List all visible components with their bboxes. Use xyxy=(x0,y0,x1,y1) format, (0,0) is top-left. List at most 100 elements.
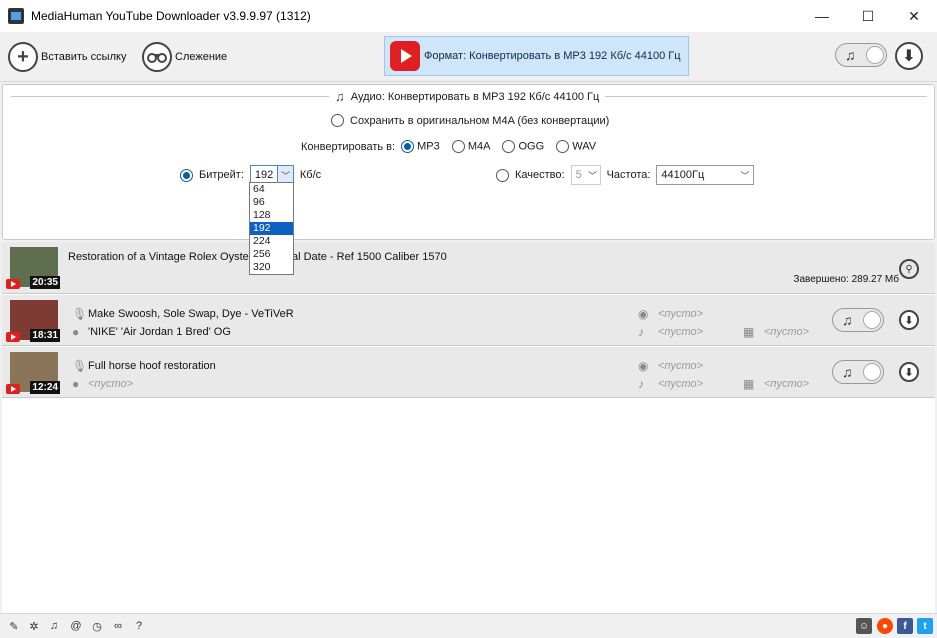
toggle-knob xyxy=(866,46,884,64)
video-title[interactable]: Full horse hoof restoration xyxy=(88,360,216,372)
bitrate-option[interactable]: 64 xyxy=(250,183,293,196)
genre-field[interactable]: <пусто> xyxy=(658,326,703,338)
audio-mode-toggle[interactable]: ♫ xyxy=(832,308,884,332)
broom-icon[interactable]: ✎ xyxy=(7,619,21,633)
calendar-icon: ▦ xyxy=(743,325,755,339)
bitrate-option[interactable]: 320 xyxy=(250,261,293,274)
download-all-button[interactable]: ⬇ xyxy=(895,42,923,70)
video-artist[interactable]: <пусто> xyxy=(88,378,133,390)
video-title[interactable]: Make Swoosh, Sole Swap, Dye - VeTiVeR xyxy=(88,308,294,320)
bitrate-radio[interactable] xyxy=(180,168,193,182)
maximize-button[interactable]: ☐ xyxy=(845,0,891,32)
mp3-label: MP3 xyxy=(417,140,440,153)
keep-original-label: Сохранить в оригинальном M4A (без конвер… xyxy=(350,114,610,127)
keep-original-radio[interactable] xyxy=(331,114,344,127)
video-list: 20:35 Restoration of a Vintage Rolex Oys… xyxy=(2,242,935,613)
youtube-icon xyxy=(6,279,20,289)
microphone-icon: 🎙 xyxy=(72,359,88,373)
music-note-icon: ♫ xyxy=(842,312,853,328)
quality-select[interactable]: 5 ﹀ xyxy=(570,165,601,185)
list-item[interactable]: 20:35 Restoration of a Vintage Rolex Oys… xyxy=(2,242,935,294)
status-bar: ✎ ✲ ♫ @ ◷ ∞ ? ☺ ● f t xyxy=(0,613,937,638)
paste-link-button[interactable]: + Вставить ссылку xyxy=(8,41,126,73)
bitrate-option[interactable]: 256 xyxy=(250,248,293,261)
mp3-radio[interactable] xyxy=(401,140,415,153)
frequency-value: 44100Гц xyxy=(661,169,705,181)
wav-label: WAV xyxy=(572,140,597,153)
list-item[interactable]: 12:24 🎙 Full horse hoof restoration ● <п… xyxy=(2,347,935,398)
title-bar: MediaHuman YouTube Downloader v3.9.9.97 … xyxy=(0,0,937,32)
download-button[interactable]: ⬇ xyxy=(899,310,919,330)
panel-header: ♫ Аудио: Конвертировать в MP3 192 Кб/с 4… xyxy=(329,89,606,104)
list-item[interactable]: 18:31 🎙 Make Swoosh, Sole Swap, Dye - Ve… xyxy=(2,295,935,346)
music-note-icon: ♫ xyxy=(845,47,856,63)
wav-radio[interactable] xyxy=(556,140,570,153)
disc-icon: ◉ xyxy=(638,307,649,321)
facebook-icon[interactable]: f xyxy=(897,618,913,634)
status-text: Завершено: 289.27 Мб xyxy=(793,274,899,285)
ogg-radio[interactable] xyxy=(502,140,516,153)
minimize-button[interactable]: — xyxy=(799,0,845,32)
twitter-icon[interactable]: t xyxy=(917,618,933,634)
calendar-icon: ▦ xyxy=(743,377,755,391)
video-thumbnail: 12:24 xyxy=(6,352,60,394)
audio-mode-toggle[interactable]: ♫ xyxy=(832,360,884,384)
person-icon: ● xyxy=(72,325,80,339)
youtube-icon xyxy=(6,384,20,394)
frequency-select[interactable]: 44100Гц ﹀ xyxy=(656,165,755,185)
bitrate-dropdown-list[interactable]: 64 96 128 192 224 256 320 xyxy=(249,182,294,275)
video-artist[interactable]: 'NIKE' 'Air Jordan 1 Bred' OG xyxy=(88,326,231,338)
user-icon[interactable]: ☺ xyxy=(856,618,872,634)
format-label: Формат: Конвертировать в MP3 192 Кб/с 44… xyxy=(424,50,681,62)
binoculars-icon[interactable]: ∞ xyxy=(111,619,125,633)
toolbar: + Вставить ссылку Слежение Формат: Конве… xyxy=(0,32,937,82)
video-thumbnail: 18:31 xyxy=(6,300,60,342)
format-button[interactable]: Формат: Конвертировать в MP3 192 Кб/с 44… xyxy=(384,36,689,76)
download-icon: ⬇ xyxy=(902,48,916,65)
search-icon[interactable]: ⚲ xyxy=(899,259,919,279)
toggle-knob xyxy=(863,363,881,381)
help-icon[interactable]: ? xyxy=(132,619,146,633)
panel-header-label: Аудио: Конвертировать в MP3 192 Кб/с 441… xyxy=(350,90,600,103)
snail-icon[interactable]: @ xyxy=(69,619,83,633)
bitrate-option-selected[interactable]: 192 xyxy=(250,222,293,235)
person-icon: ● xyxy=(72,377,80,391)
toggle-knob xyxy=(863,311,881,329)
close-button[interactable]: ✕ xyxy=(891,0,937,32)
frequency-label: Частота: xyxy=(606,169,651,181)
music-note-icon[interactable]: ♫ xyxy=(47,619,61,633)
download-icon: ⬇ xyxy=(904,314,914,327)
video-duration: 18:31 xyxy=(30,329,60,342)
quality-radio[interactable] xyxy=(496,168,509,182)
microphone-icon: 🎙 xyxy=(72,307,88,321)
youtube-icon xyxy=(390,41,420,71)
clock-icon[interactable]: ◷ xyxy=(90,619,104,633)
window-title: MediaHuman YouTube Downloader v3.9.9.97 … xyxy=(31,9,311,23)
music-note-icon: ♪ xyxy=(638,377,644,391)
bitrate-option[interactable]: 128 xyxy=(250,209,293,222)
reddit-icon[interactable]: ● xyxy=(877,618,893,634)
paste-link-label: Вставить ссылку xyxy=(41,51,127,63)
chevron-down-icon[interactable]: ﹀ xyxy=(736,166,753,184)
gear-icon[interactable]: ✲ xyxy=(27,619,41,633)
format-option-mp3[interactable]: MP3 xyxy=(401,140,440,153)
format-option-wav[interactable]: WAV xyxy=(556,140,596,153)
video-duration: 20:35 xyxy=(30,276,60,289)
chevron-down-icon[interactable]: ﹀ xyxy=(586,166,600,184)
format-option-m4a[interactable]: M4A xyxy=(451,140,490,153)
bitrate-option[interactable]: 96 xyxy=(250,196,293,209)
bitrate-option[interactable]: 224 xyxy=(250,235,293,248)
keep-original-option[interactable]: Сохранить в оригинальном M4A (без конвер… xyxy=(331,114,609,127)
year-field[interactable]: <пусто> xyxy=(764,378,809,390)
genre-field[interactable]: <пусто> xyxy=(658,378,703,390)
album-field[interactable]: <пусто> xyxy=(658,308,703,320)
m4a-radio[interactable] xyxy=(451,140,465,153)
audio-mode-toggle[interactable]: ♫ xyxy=(835,43,887,67)
download-button[interactable]: ⬇ xyxy=(899,362,919,382)
album-field[interactable]: <пусто> xyxy=(658,360,703,372)
year-field[interactable]: <пусто> xyxy=(764,326,809,338)
bitrate-label: Битрейт: xyxy=(199,169,244,181)
format-option-ogg[interactable]: OGG xyxy=(502,140,544,153)
app-logo-icon xyxy=(8,8,24,24)
tracking-button[interactable]: Слежение xyxy=(142,41,227,73)
